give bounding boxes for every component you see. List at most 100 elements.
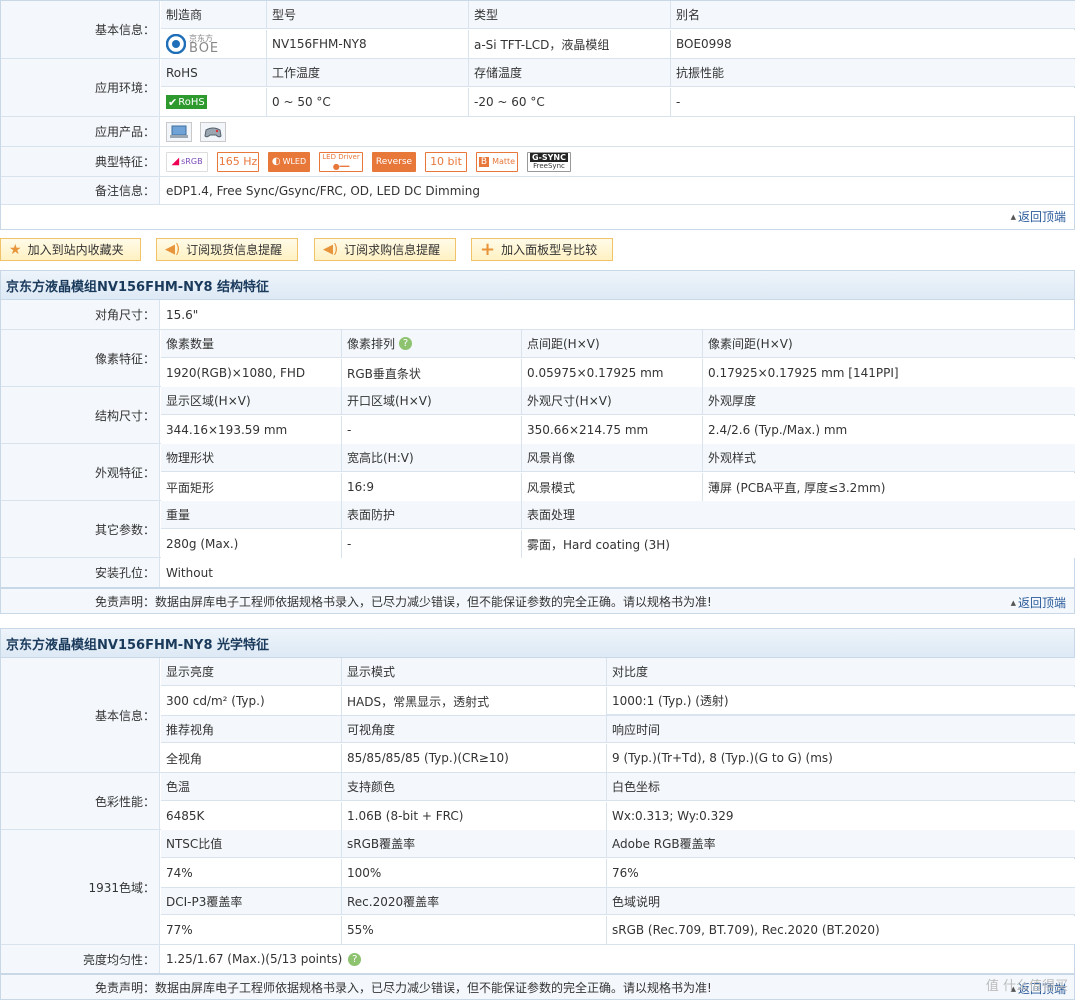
model-value: NV156FHM-NY8 (267, 30, 469, 58)
reverse-badge[interactable]: Reverse (372, 151, 416, 172)
back-to-top-link[interactable]: ▲ 返回顶端 (1011, 208, 1066, 225)
plus-icon: + (480, 239, 496, 260)
feature-badges: ◢ sRGB 165 Hz ◐ WLED LED Driver ●━━ Reverse… (161, 147, 1074, 176)
header-shape: 物理形状 (161, 444, 342, 472)
basic-info-row: 基本信息： 制造商 型号 类型 别名 京东方 BOE NV156FHM-NY8 … (1, 1, 1075, 59)
vibration-value: - (671, 88, 1075, 116)
add-compare-button[interactable]: + 加入面板型号比较 (471, 238, 613, 261)
header-recommended-view: 推荐视角 (161, 715, 342, 743)
help-icon[interactable]: ? (399, 337, 413, 350)
optical-section-title: 京东方液晶模组NV156FHM-NY8 光学特征 (0, 628, 1075, 658)
subscribe-stock-button[interactable]: ◀) 订阅现货信息提醒 (156, 238, 298, 261)
optical-basic-row: 基本信息： 显示亮度 显示模式 对比度 300 cd/m² (Typ.) HAD… (1, 658, 1075, 773)
header-srgb: sRGB覆盖率 (342, 830, 607, 858)
header-storage-temp: 存储温度 (469, 59, 671, 87)
uniformity-value: 1.25/1.67 (Max.)(5/13 points) ? (161, 945, 1074, 973)
header-ntsc: NTSC比值 (161, 830, 342, 858)
header-dci-p3: DCI-P3覆盖率 (161, 887, 342, 915)
10bit-badge[interactable]: 10 bit (425, 151, 467, 172)
back-to-top-link[interactable]: ▲ 返回顶端 (1011, 594, 1066, 611)
header-pixel-count: 像素数量 (161, 330, 342, 358)
remark-row: 备注信息： eDP1.4, Free Sync/Gsync/FRC, OD, L… (1, 177, 1074, 205)
header-rec2020: Rec.2020覆盖率 (342, 887, 607, 915)
header-alias: 别名 (671, 1, 1075, 29)
gamepad-icon[interactable] (200, 121, 226, 142)
orientation-value: 风景模式 (522, 473, 703, 501)
adobe-rgb-value: 76% (607, 859, 1075, 887)
header-color-temp: 色温 (161, 773, 342, 801)
structure-disclaimer: 免责声明：数据由屏库电子工程师依据规格书录入，已尽力减少错误，但不能保证参数的完… (0, 588, 1075, 614)
pixel-arrangement-value: RGB垂直条状 (342, 359, 522, 387)
speaker-icon: ◀) (165, 242, 181, 257)
structure-section-title: 京东方液晶模组NV156FHM-NY8 结构特征 (0, 270, 1075, 300)
help-icon[interactable]: ? (348, 952, 362, 966)
header-display-area: 显示区域(H×V) (161, 387, 342, 415)
matte-badge[interactable]: B Matte (476, 151, 518, 172)
gamut-note-value: sRGB (Rec.709, BT.709), Rec.2020 (BT.202… (607, 916, 1075, 944)
boe-logo-icon: 京东方 BOE (166, 34, 220, 56)
aspect-value: 16:9 (342, 473, 522, 501)
header-style: 外观样式 (703, 444, 1075, 472)
appearance-row: 外观特征： 物理形状 宽高比(H:V) 风景肖像 外观样式 平面矩形 16:9 … (1, 444, 1075, 501)
pixel-pitch-value: 0.17925×0.17925 mm [141PPI] (703, 359, 1075, 387)
environment-row: 应用环境： RoHS 工作温度 存储温度 抗振性能 ✔ RoHS 0 ~ 50 … (1, 59, 1075, 117)
header-contrast: 对比度 (607, 658, 1075, 686)
opening-area-value: - (342, 416, 522, 444)
header-surface-treatment: 表面处理 (522, 501, 1075, 529)
row-label: 应用环境： (1, 59, 160, 116)
header-manufacturer: 制造商 (161, 1, 267, 29)
back-to-top-label: 返回顶端 (1017, 210, 1066, 224)
check-icon: ✔ (168, 95, 178, 109)
surface-protect-value: - (342, 530, 522, 558)
disclaimer-text: 免责声明：数据由屏库电子工程师依据规格书录入，已尽力减少错误，但不能保证参数的完… (95, 594, 712, 609)
weight-value: 280g (Max.) (161, 530, 342, 558)
products-row: 应用产品： (1, 117, 1074, 147)
row-label: 1931色域： (1, 830, 160, 944)
storage-temp-value: -20 ~ 60 °C (469, 88, 671, 116)
remark-value: eDP1.4, Free Sync/Gsync/FRC, OD, LED DC … (166, 183, 480, 198)
row-label: 基本信息： (1, 1, 160, 58)
srgb-badge[interactable]: ◢ sRGB (166, 151, 208, 172)
features-row: 典型特征： ◢ sRGB 165 Hz ◐ WLED LED Driver ●━━ R… (1, 147, 1074, 177)
gsync-freesync-badge[interactable]: G-SYNC FreeSync (527, 151, 571, 172)
display-area-value: 344.16×193.59 mm (161, 416, 342, 444)
wled-badge[interactable]: ◐ WLED (268, 151, 310, 172)
led-driver-badge[interactable]: LED Driver ●━━ (319, 151, 363, 172)
recommended-view-value: 全视角 (161, 744, 342, 772)
add-to-favorites-button[interactable]: ★ 加入到站内收藏夹 (0, 238, 141, 261)
shape-value: 平面矩形 (161, 473, 342, 501)
laptop-icon[interactable] (166, 121, 192, 142)
rohs-badge-label: RoHS (178, 96, 205, 108)
operating-temp-value: 0 ~ 50 °C (267, 88, 469, 116)
logo-text-en: BOE (189, 41, 220, 56)
header-vibration: 抗振性能 (671, 59, 1075, 87)
header-rohs: RoHS (161, 59, 267, 87)
color-row: 色彩性能： 色温 支持颜色 白色坐标 6485K 1.06B (8-bit + … (1, 773, 1075, 830)
subscribe-purchase-button[interactable]: ◀) 订阅求购信息提醒 (314, 238, 456, 261)
row-label: 基本信息： (1, 658, 160, 772)
optical-disclaimer: 免责声明：数据由屏库电子工程师依据规格书录入，已尽力减少错误，但不能保证参数的完… (0, 974, 1075, 1000)
brightness-value: 300 cd/m² (Typ.) (161, 687, 342, 715)
site-watermark: 值 什么值得买 (985, 979, 1068, 994)
up-arrow-icon: ▲ (1010, 598, 1016, 607)
gamut-row: 1931色域： NTSC比值 sRGB覆盖率 Adobe RGB覆盖率 74% … (1, 830, 1075, 945)
pixel-row: 像素特征： 像素数量 像素排列? 点间距(H×V) 像素间距(H×V) 1920… (1, 330, 1075, 387)
color-temp-value: 6485K (161, 802, 342, 830)
manufacturer-logo[interactable]: 京东方 BOE (161, 30, 267, 58)
thickness-value: 2.4/2.6 (Typ./Max.) mm (703, 416, 1075, 444)
row-label: 色彩性能： (1, 773, 160, 829)
header-operating-temp: 工作温度 (267, 59, 469, 87)
row-label: 安装孔位： (1, 558, 160, 587)
outline-value: 350.66×214.75 mm (522, 416, 703, 444)
header-dot-pitch: 点间距(H×V) (522, 330, 703, 358)
dci-p3-value: 77% (161, 916, 342, 944)
other-params-row: 其它参数： 重量 表面防护 表面处理 280g (Max.) - 雾面，Hard… (1, 501, 1075, 558)
white-point-value: Wx:0.313; Wy:0.329 (607, 802, 1075, 830)
refresh-165hz-badge[interactable]: 165 Hz (217, 151, 259, 172)
header-viewing-angle: 可视角度 (342, 715, 607, 743)
rohs-value: ✔ RoHS (161, 88, 267, 116)
header-aspect: 宽高比(H:V) (342, 444, 522, 472)
header-colors: 支持颜色 (342, 773, 607, 801)
speaker-icon: ◀) (323, 242, 339, 257)
viewing-angle-value: 85/85/85/85 (Typ.)(CR≥10) (342, 744, 607, 772)
